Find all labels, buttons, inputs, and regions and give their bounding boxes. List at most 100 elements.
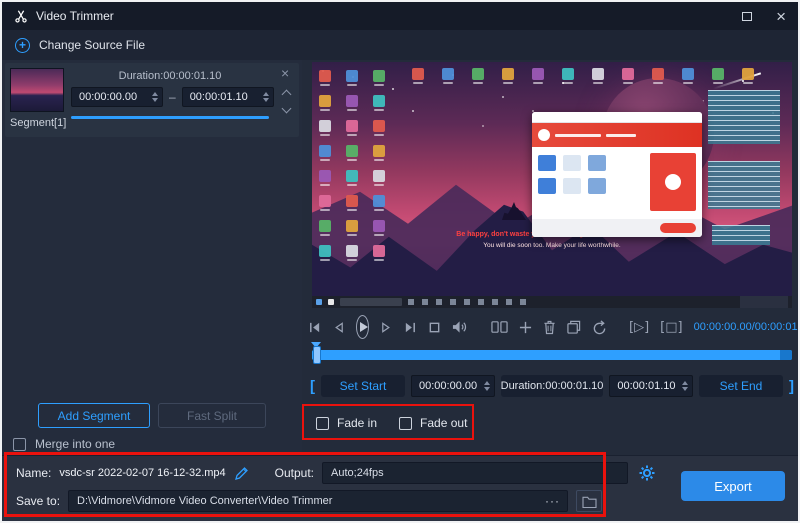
export-button[interactable]: Export bbox=[681, 471, 785, 501]
volume-button[interactable] bbox=[452, 320, 469, 334]
sticky-note bbox=[704, 85, 784, 149]
duration-display: Duration:00:00:01.10 bbox=[501, 375, 604, 397]
desktop-icon bbox=[346, 70, 358, 82]
save-path-input[interactable]: D:\Vidmore\Vidmore Video Converter\Video… bbox=[68, 490, 568, 512]
desktop-icon bbox=[346, 245, 358, 257]
scissors-icon bbox=[14, 9, 28, 23]
sticky-note bbox=[708, 220, 774, 250]
move-up-icon[interactable] bbox=[282, 90, 292, 100]
fade-out-label: Fade out bbox=[420, 416, 467, 430]
desktop-icon bbox=[592, 68, 604, 80]
segment-start-input[interactable]: 00:00:00.00 bbox=[71, 87, 163, 107]
move-down-icon[interactable] bbox=[282, 104, 292, 114]
desktop-icon bbox=[442, 68, 454, 80]
video-frame: Be happy, don't waste your time being sa… bbox=[312, 62, 792, 308]
trim-controls: [ Set Start 00:00:00.00 Duration:00:00:0… bbox=[310, 374, 794, 398]
copy-button[interactable] bbox=[567, 320, 581, 334]
skip-to-start-button[interactable] bbox=[308, 321, 321, 334]
spinner-icon[interactable] bbox=[152, 92, 158, 102]
change-source-button[interactable]: + Change Source File bbox=[2, 30, 798, 60]
play-segment-button[interactable]: [▷] bbox=[629, 320, 649, 335]
desktop-icon bbox=[412, 68, 424, 80]
desktop-icon bbox=[319, 70, 331, 82]
segment-thumbnail[interactable] bbox=[10, 68, 64, 112]
start-time-value: 00:00:00.00 bbox=[419, 380, 477, 392]
desktop-icon bbox=[373, 120, 385, 132]
desktop-icon bbox=[319, 145, 331, 157]
file-name-value: vsdc-sr 2022-02-07 16-12-32.mp4 bbox=[59, 467, 225, 479]
previous-frame-button[interactable] bbox=[332, 321, 345, 334]
desktop-icon-grid-top bbox=[412, 68, 754, 80]
spinner-icon[interactable] bbox=[682, 381, 688, 391]
next-frame-button[interactable] bbox=[380, 321, 393, 334]
desktop-icon bbox=[319, 195, 331, 207]
output-settings-gear-icon[interactable] bbox=[639, 465, 655, 481]
spinner-icon[interactable] bbox=[484, 381, 490, 391]
maximize-button[interactable] bbox=[742, 12, 752, 21]
desktop-icon-grid-left bbox=[319, 70, 385, 257]
remove-segment-icon[interactable]: × bbox=[281, 65, 289, 81]
skip-to-end-button[interactable] bbox=[404, 321, 417, 334]
timeline-end-cap bbox=[780, 350, 792, 360]
merge-into-one-row[interactable]: Merge into one bbox=[13, 437, 115, 451]
fade-out-option[interactable]: Fade out bbox=[399, 416, 467, 430]
merge-label: Merge into one bbox=[35, 437, 115, 451]
name-output-row: Name: vsdc-sr 2022-02-07 16-12-32.mp4 Ou… bbox=[2, 462, 798, 484]
reset-button[interactable] bbox=[592, 320, 607, 335]
desktop-icon bbox=[346, 195, 358, 207]
start-time-input[interactable]: 00:00:00.00 bbox=[411, 375, 495, 397]
desktop-icon bbox=[472, 68, 484, 80]
merge-checkbox[interactable] bbox=[13, 438, 26, 451]
quote-line-2: You will die soon too. Make your life wo… bbox=[402, 241, 702, 251]
play-button[interactable] bbox=[356, 315, 369, 339]
segment-end-input[interactable]: 00:00:01.10 bbox=[182, 87, 274, 107]
segment-progress-bar bbox=[71, 116, 269, 119]
footer-bar: Name: vsdc-sr 2022-02-07 16-12-32.mp4 Ou… bbox=[2, 455, 798, 521]
timeline-handle[interactable] bbox=[313, 346, 321, 364]
split-button[interactable] bbox=[491, 320, 508, 334]
open-folder-button[interactable] bbox=[576, 490, 602, 512]
save-path-value: D:\Vidmore\Vidmore Video Converter\Video… bbox=[77, 495, 332, 507]
desktop-icon bbox=[346, 220, 358, 232]
set-start-button[interactable]: Set Start bbox=[321, 375, 405, 397]
desktop-icon bbox=[373, 195, 385, 207]
playback-controls: [▷] [□] 00:00:00.00/00:00:01.10 bbox=[308, 312, 794, 342]
add-button[interactable] bbox=[519, 321, 532, 334]
change-source-label: Change Source File bbox=[39, 38, 145, 52]
desktop-icon bbox=[319, 95, 331, 107]
edit-name-icon[interactable] bbox=[235, 466, 249, 480]
desktop-icon bbox=[373, 245, 385, 257]
spinner-icon[interactable] bbox=[263, 92, 269, 102]
desktop-icon bbox=[712, 68, 724, 80]
set-end-button[interactable]: Set End bbox=[699, 375, 783, 397]
desktop-icon bbox=[532, 68, 544, 80]
window-controls: × bbox=[742, 8, 786, 25]
name-label: Name: bbox=[16, 466, 51, 480]
segment-card[interactable]: Segment[1] Duration:00:00:01.10 00:00:00… bbox=[5, 63, 299, 137]
fade-options: Fade in Fade out bbox=[316, 411, 467, 435]
desktop-icon bbox=[742, 68, 754, 80]
desktop-icon bbox=[373, 95, 385, 107]
desktop-icon bbox=[319, 220, 331, 232]
close-button[interactable]: × bbox=[776, 8, 786, 25]
add-segment-button[interactable]: Add Segment bbox=[38, 403, 150, 428]
delete-button[interactable] bbox=[543, 320, 556, 335]
timeline-slider[interactable] bbox=[312, 350, 792, 360]
desktop-icon bbox=[373, 70, 385, 82]
output-format-select[interactable]: Auto;24fps bbox=[322, 462, 628, 484]
stop-segment-button[interactable]: [□] bbox=[660, 320, 682, 335]
fade-in-checkbox[interactable] bbox=[316, 417, 329, 430]
desktop-icon bbox=[373, 220, 385, 232]
fade-in-label: Fade in bbox=[337, 416, 377, 430]
fade-in-option[interactable]: Fade in bbox=[316, 416, 377, 430]
desktop-icon bbox=[346, 95, 358, 107]
desktop-icon bbox=[682, 68, 694, 80]
fade-out-checkbox[interactable] bbox=[399, 417, 412, 430]
fast-split-button[interactable]: Fast Split bbox=[158, 403, 266, 428]
browse-more-button[interactable]: ··· bbox=[545, 491, 560, 511]
video-trimmer-window: Video Trimmer × + Change Source File Seg… bbox=[0, 0, 800, 523]
desktop-icon bbox=[346, 170, 358, 182]
stop-button[interactable] bbox=[428, 321, 441, 334]
end-time-input[interactable]: 00:00:01.10 bbox=[609, 375, 693, 397]
wallpaper-taskbar bbox=[312, 296, 792, 308]
